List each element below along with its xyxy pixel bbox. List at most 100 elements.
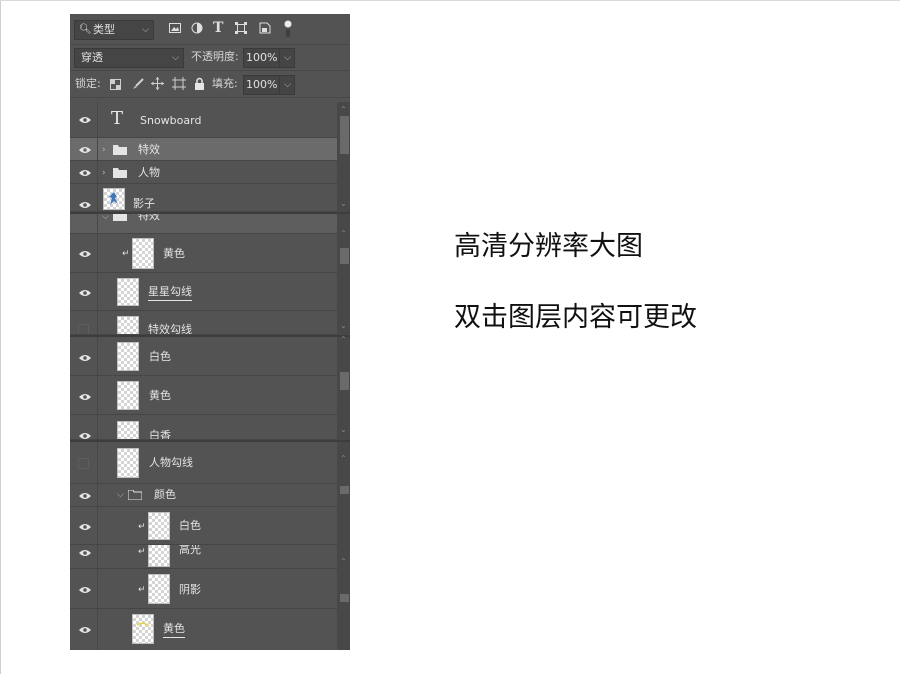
layer-row-baixiang[interactable]: 白香 xyxy=(70,415,337,440)
lock-all-icon[interactable] xyxy=(194,77,205,90)
scrollbar-thumb[interactable] xyxy=(340,486,349,494)
eye-icon[interactable] xyxy=(79,393,91,401)
layer-row-yingzi[interactable]: 影子 xyxy=(70,184,337,212)
visibility-cell[interactable] xyxy=(70,569,98,608)
visibility-cell[interactable] xyxy=(70,545,98,568)
filter-image-icon[interactable] xyxy=(169,22,181,34)
chevron-right-icon[interactable]: › xyxy=(102,145,106,155)
visibility-off-box[interactable] xyxy=(78,458,89,469)
visibility-off-box[interactable] xyxy=(78,324,89,334)
visibility-cell[interactable] xyxy=(70,376,98,414)
visibility-cell[interactable] xyxy=(70,273,98,310)
layer-thumbnail xyxy=(132,614,154,644)
blend-mode-dropdown[interactable]: 穿透 ⌵ xyxy=(74,48,184,68)
layers-panel: 🔍︎ 类型 ⌵ T 穿透 ⌵ 不透明度: 100% ⌵ 锁定: 填充: 100%… xyxy=(70,14,350,650)
filter-adjustment-icon[interactable] xyxy=(191,22,203,34)
fill-field[interactable]: 100% xyxy=(243,75,281,95)
layer-row-snowboard[interactable]: T Snowboard xyxy=(70,102,337,138)
visibility-cell[interactable] xyxy=(70,442,98,483)
layer-row-yanse-group[interactable]: ⌵ 颜色 xyxy=(70,484,337,507)
opacity-field[interactable]: 100% xyxy=(243,48,281,68)
layer-name: 特效 xyxy=(138,143,160,156)
eye-icon[interactable] xyxy=(79,250,91,258)
eye-icon[interactable] xyxy=(79,586,91,594)
fill-slider-button[interactable]: ⌵ xyxy=(279,75,295,95)
eye-icon[interactable] xyxy=(79,116,91,124)
layer-name: 星星勾线 xyxy=(148,285,192,301)
visibility-cell[interactable] xyxy=(70,234,98,272)
layer-row-texiao-group-expanded[interactable]: ⌵ 特效 xyxy=(70,214,337,234)
visibility-cell[interactable] xyxy=(70,609,98,650)
layer-row-huangse-2[interactable]: 黄色 xyxy=(70,376,337,415)
chevron-down-icon[interactable]: ⌵ xyxy=(117,490,124,500)
lock-toolbar: 锁定: 填充: 100% ⌵ xyxy=(70,71,350,98)
visibility-cell[interactable] xyxy=(70,214,98,233)
eye-icon[interactable] xyxy=(79,146,91,154)
scroll-up-icon[interactable]: ⌃ xyxy=(340,336,347,344)
chevron-down-icon[interactable]: ⌵ xyxy=(102,214,109,222)
eye-icon[interactable] xyxy=(79,169,91,177)
layer-row-baise-clipped[interactable]: ↵ 白色 xyxy=(70,507,337,545)
filter-kind-dropdown[interactable]: 🔍︎ 类型 ⌵ xyxy=(74,20,154,40)
clipping-mask-icon: ↵ xyxy=(138,547,146,557)
chevron-right-icon[interactable]: › xyxy=(102,168,106,178)
opacity-slider-button[interactable]: ⌵ xyxy=(279,48,295,68)
layer-row-texiao-gouxian[interactable]: 特效勾线 xyxy=(70,311,337,335)
layer-row-baise[interactable]: 白色 xyxy=(70,337,337,376)
scrollbar-thumb[interactable] xyxy=(340,372,349,390)
visibility-cell[interactable] xyxy=(70,484,98,506)
eye-icon[interactable] xyxy=(79,523,91,531)
eye-icon[interactable] xyxy=(79,549,91,557)
scrollbar-thumb[interactable] xyxy=(340,594,349,602)
layer-row-huangse[interactable]: ↵ 黄色 xyxy=(70,234,337,273)
layer-row-yinying[interactable]: ↵ 阴影 xyxy=(70,569,337,609)
visibility-cell[interactable] xyxy=(70,337,98,375)
chevron-down-icon: ⌵ xyxy=(284,80,291,90)
scrollbar-track[interactable] xyxy=(337,442,350,650)
clipping-mask-icon: ↵ xyxy=(138,522,146,532)
visibility-cell[interactable] xyxy=(70,102,98,137)
visibility-cell[interactable] xyxy=(70,138,98,160)
layer-row-huangse-bottom[interactable]: 黄色 xyxy=(70,609,337,650)
lock-image-pixels-icon[interactable] xyxy=(132,78,144,90)
chevron-down-icon: ⌵ xyxy=(172,53,179,63)
layer-row-xingxing-gouxian[interactable]: 星星勾线 xyxy=(70,273,337,311)
eye-icon[interactable] xyxy=(79,201,91,209)
scroll-down-icon[interactable]: ⌄ xyxy=(340,426,347,434)
visibility-cell[interactable] xyxy=(70,415,98,439)
layer-row-texiao-group[interactable]: › 特效 xyxy=(70,138,337,161)
layer-row-gaoguang[interactable]: ↵ 高光 xyxy=(70,545,337,569)
eye-icon[interactable] xyxy=(79,354,91,362)
scrollbar-thumb[interactable] xyxy=(340,116,349,154)
figure-thumbnail-icon xyxy=(109,192,118,205)
search-icon: 🔍︎ xyxy=(79,24,92,35)
eye-icon[interactable] xyxy=(79,492,91,500)
scroll-up-icon[interactable]: ⌃ xyxy=(340,230,347,238)
filter-smart-object-icon[interactable] xyxy=(259,22,271,34)
scroll-up-icon[interactable]: ⌃ xyxy=(340,106,347,114)
layer-row-renwu-gouxian[interactable]: 人物勾线 xyxy=(70,442,337,484)
layer-row-renwu-group[interactable]: › 人物 xyxy=(70,161,337,184)
visibility-cell[interactable] xyxy=(70,161,98,183)
filter-type-icon[interactable]: T xyxy=(213,20,223,36)
eye-icon[interactable] xyxy=(79,289,91,297)
lock-transparent-pixels-icon[interactable] xyxy=(110,79,121,90)
scroll-up-icon[interactable]: ⌃ xyxy=(340,455,347,463)
visibility-cell[interactable] xyxy=(70,184,98,211)
visibility-cell[interactable] xyxy=(70,507,98,544)
eye-icon[interactable] xyxy=(79,432,91,440)
scrollbar-thumb[interactable] xyxy=(340,248,349,264)
lock-artboard-icon[interactable] xyxy=(172,77,186,90)
visibility-cell[interactable] xyxy=(70,311,98,334)
eye-icon[interactable] xyxy=(79,626,91,634)
layer-name: 特效 xyxy=(138,214,160,222)
scroll-down-icon[interactable]: ⌄ xyxy=(340,322,347,330)
lock-position-icon[interactable] xyxy=(151,77,164,90)
fill-value: 100% xyxy=(246,78,278,91)
layer-name: 阴影 xyxy=(179,583,201,596)
filter-toggle-icon[interactable] xyxy=(284,19,292,39)
scroll-up-icon[interactable]: ⌃ xyxy=(340,558,347,566)
scroll-down-icon[interactable]: ⌄ xyxy=(340,200,347,208)
filter-shape-icon[interactable] xyxy=(235,22,247,34)
layer-thumbnail xyxy=(148,545,170,567)
